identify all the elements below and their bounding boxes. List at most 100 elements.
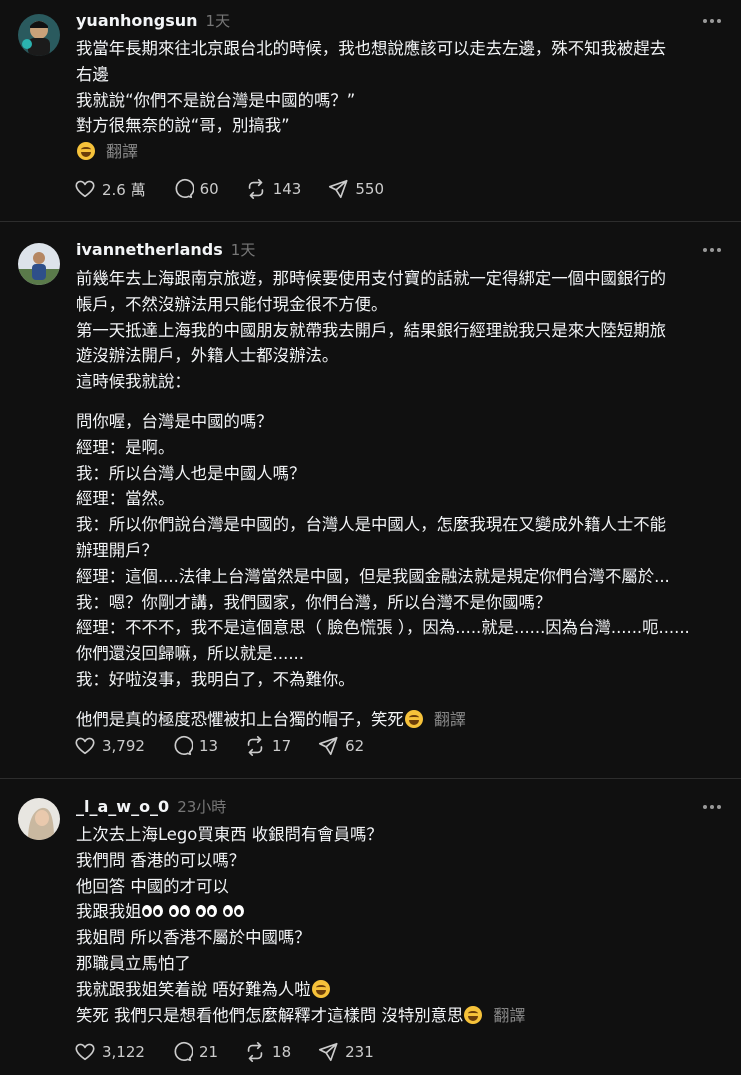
eyes-emoji-icon xyxy=(168,905,191,918)
share-count: 231 xyxy=(345,1043,374,1061)
eyes-emoji-icon xyxy=(222,905,245,918)
text-line: 前幾年去上海跟南京旅遊，那時候要使用支付寶的話就一定得綁定一個中國銀行的 xyxy=(76,269,667,288)
laughing-emoji-icon xyxy=(464,1005,483,1024)
more-options-icon[interactable] xyxy=(703,18,721,24)
comment-button[interactable]: 21 xyxy=(171,1041,218,1063)
avatar-image xyxy=(18,243,60,285)
repost-button[interactable]: 143 xyxy=(245,178,302,200)
translate-link[interactable]: 翻譯 xyxy=(493,1006,525,1025)
like-count: 2.6 萬 xyxy=(102,180,146,199)
laughing-emoji-icon xyxy=(77,142,95,161)
text-line: 右邊 xyxy=(76,64,109,84)
text-line: 他們是真的極度恐懼被扣上台獨的帽子，笑死 xyxy=(76,709,404,729)
avatar-image xyxy=(18,798,60,840)
repost-icon xyxy=(248,179,263,199)
eyes-emoji-icon xyxy=(195,905,218,918)
repost-icon xyxy=(247,1042,263,1062)
post-text: 我當年長期來往北京跟台北的時候，我也想說應該可以走去左邊，殊不知我被趕去 右邊 … xyxy=(76,36,723,165)
text-line: 問你喔，台灣是中國的嗎？ xyxy=(76,411,273,431)
send-icon xyxy=(319,736,338,756)
repost-count: 143 xyxy=(272,180,302,198)
like-count: 3,792 xyxy=(102,737,145,755)
text-line: 經理：是啊。 xyxy=(76,437,175,457)
comment-icon xyxy=(175,178,194,199)
action-bar: 3,792 13 17 62 xyxy=(74,735,390,757)
post-3: _l_a_w_o_0 23小時 上次去上海Lego買東西 收銀問有會員嗎？ 我們… xyxy=(0,779,741,1075)
like-button[interactable]: 3,122 xyxy=(74,1041,145,1063)
like-count: 3,122 xyxy=(102,1043,145,1061)
repost-icon xyxy=(247,736,263,756)
send-icon xyxy=(329,179,348,199)
repost-button[interactable]: 18 xyxy=(244,1041,291,1063)
laughing-emoji-icon xyxy=(404,709,423,728)
comment-count: 13 xyxy=(198,737,219,755)
text-line: 笑死 我們只是想看他們怎麼解釋才這樣問 沒特別意思 xyxy=(76,1005,464,1025)
text-line: 那職員立馬怕了 xyxy=(76,953,191,973)
send-icon xyxy=(319,1042,338,1062)
text-line: 我：所以你們說台灣是中國的，台灣人是中國人，怎麼我現在又變成外籍人士不能 xyxy=(76,515,667,535)
text-line: 我：嗯？你剛才講，我們國家，你們台灣，所以台灣不是你國嗎？ xyxy=(76,592,552,612)
timestamp: 1天 xyxy=(230,241,256,259)
avatar-image xyxy=(18,14,60,56)
eyes-emoji-icon xyxy=(141,905,164,918)
text-line: 我姐問 所以香港不屬於中國嗎？ xyxy=(76,928,311,948)
username[interactable]: ivannetherlands xyxy=(76,240,223,259)
share-button[interactable]: 62 xyxy=(317,735,364,757)
comment-button[interactable]: 60 xyxy=(172,178,219,200)
share-button[interactable]: 231 xyxy=(317,1041,374,1063)
text-line: 我當年長期來往北京跟台北的時候，我也想說應該可以走去左邊，殊不知我被趕去 xyxy=(76,39,667,58)
text-line: 我就跟我姐笑着說 唔好難為人啦 xyxy=(76,979,311,999)
text-line: 經理：不不不，我不是這個意思（ 臉色慌張 ），因為.....就是......因為… xyxy=(76,618,690,638)
action-bar: 3,122 21 18 231 xyxy=(74,1041,400,1063)
post-text: 前幾年去上海跟南京旅遊，那時候要使用支付寶的話就一定得綁定一個中國銀行的 帳戶，… xyxy=(76,266,723,733)
text-line: 我：好啦沒事，我明白了，不為難你。 xyxy=(76,669,355,689)
text-line: 上次去上海Lego買東西 收銀問有會員嗎？ xyxy=(76,825,383,844)
more-options-icon[interactable] xyxy=(703,804,721,810)
avatar[interactable] xyxy=(18,243,60,285)
avatar[interactable] xyxy=(18,798,60,840)
text-line: 他回答 中國的才可以 xyxy=(76,876,229,896)
timestamp: 1天 xyxy=(205,12,231,30)
laughing-emoji-icon xyxy=(311,979,330,998)
text-line: 經理：這個....法律上台灣當然是中國，但是我國金融法就是規定你們台灣不屬於..… xyxy=(76,566,670,586)
text-line: 我就說“你們不是說台灣是中國的嗎？” xyxy=(76,90,356,110)
like-button[interactable]: 2.6 萬 xyxy=(74,178,146,200)
text-line: 對方很無奈的說“哥，別搞我” xyxy=(76,116,290,136)
comment-icon xyxy=(174,735,193,756)
text-line: 我：所以台灣人也是中國人嗎？ xyxy=(76,463,306,483)
post-text: 上次去上海Lego買東西 收銀問有會員嗎？ 我們問 香港的可以嗎？ 他回答 中國… xyxy=(76,822,723,1028)
comment-button[interactable]: 13 xyxy=(171,735,218,757)
translate-link[interactable]: 翻譯 xyxy=(434,710,466,729)
heart-icon xyxy=(75,1043,95,1061)
text-line: 第一天抵達上海我的中國朋友就帶我去開戶，結果銀行經理說我只是來大陸短期旅 xyxy=(76,320,667,340)
comment-count: 21 xyxy=(198,1043,219,1061)
username[interactable]: _l_a_w_o_0 xyxy=(76,797,169,816)
post-2: ivannetherlands 1天 前幾年去上海跟南京旅遊，那時候要使用支付寶… xyxy=(0,222,741,779)
more-options-icon[interactable] xyxy=(703,247,721,253)
text-line: 經理：當然。 xyxy=(76,489,175,509)
repost-count: 18 xyxy=(272,1043,292,1061)
heart-icon xyxy=(75,737,95,755)
text-line: 遊沒辦法開戶，外籍人士都沒辦法。 xyxy=(76,346,339,366)
share-count: 550 xyxy=(355,180,384,198)
repost-button[interactable]: 17 xyxy=(244,735,291,757)
heart-icon xyxy=(75,180,95,198)
comment-count: 60 xyxy=(199,180,219,198)
text-line: 辦理開戶？ xyxy=(76,540,158,560)
translate-link[interactable]: 翻譯 xyxy=(106,142,138,161)
username[interactable]: yuanhongsun xyxy=(76,11,198,30)
comment-icon xyxy=(174,1041,193,1062)
repost-count: 17 xyxy=(272,737,292,755)
text-line: 帳戶，不然沒辦法用只能付現金很不方便。 xyxy=(76,294,388,314)
action-bar: 2.6 萬 60 143 550 xyxy=(74,178,410,200)
text-line: 這時候我就說： xyxy=(76,372,191,392)
text-line: 你們還沒回歸嘛，所以就是...... xyxy=(76,644,304,664)
like-button[interactable]: 3,792 xyxy=(74,735,145,757)
text-line: 我跟我姐 xyxy=(76,902,142,922)
share-count: 62 xyxy=(345,737,365,755)
timestamp: 23小時 xyxy=(177,798,227,816)
post-1: yuanhongsun 1天 我當年長期來往北京跟台北的時候，我也想說應該可以走… xyxy=(0,0,741,222)
avatar[interactable] xyxy=(18,14,60,56)
text-line: 我們問 香港的可以嗎？ xyxy=(76,850,246,870)
share-button[interactable]: 550 xyxy=(327,178,384,200)
